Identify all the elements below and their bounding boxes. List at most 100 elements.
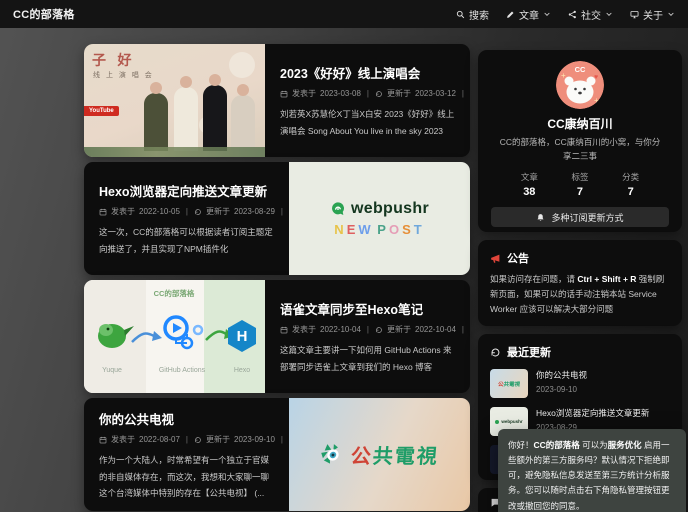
meta-separator: | [185, 207, 188, 217]
recent-updates-title: 最近更新 [507, 347, 551, 359]
menu-articles[interactable]: 文章 [506, 7, 551, 22]
post-cover-webpushr[interactable]: webpushr NEW POST [289, 162, 470, 275]
chevron-down-icon [668, 12, 674, 16]
post-card-webpushr[interactable]: Hexo浏览器定向推送文章更新 发表于 2022-10-05 | 更新于 202… [84, 162, 470, 275]
pts-logo: 公共電視 [319, 440, 441, 469]
updated-label: 更新于 [387, 89, 411, 99]
diagram-top-label: CC的部落格 [154, 288, 195, 298]
post-cover-pts[interactable]: 公共電視 [289, 398, 470, 511]
recent-item-title[interactable]: 你的公共电视 [536, 369, 587, 382]
svg-text:+: + [561, 71, 566, 80]
updated-date: 2023-09-10 [234, 435, 275, 445]
post-title[interactable]: 你的公共电视 [99, 409, 274, 428]
stat-value: 7 [576, 186, 584, 199]
new-post-text: NEW POST [334, 222, 425, 237]
person-silhouette [174, 76, 198, 151]
recent-item[interactable]: 公共電視 你的公共电视 2023-09-10 [490, 369, 670, 398]
post-title[interactable]: 语雀文章同步至Hexo笔记 [280, 299, 455, 318]
cookie-message: 你好！CC的部落格 可以为服务优化 启用一些额外的第三方服务吗？默认情况下拒绝即… [508, 438, 676, 512]
updated-label: 更新于 [206, 435, 230, 445]
updated-date: 2023-03-12 [415, 89, 456, 99]
post-title[interactable]: Hexo浏览器定向推送文章更新 [99, 181, 274, 200]
menu-social[interactable]: 社交 [568, 7, 613, 22]
diagram-label-gha: GitHub Actions [159, 367, 206, 374]
post-cover-flow-diagram[interactable]: CC的部落格 Yuque GitHub Actions H Hexo [84, 280, 265, 393]
search-icon [456, 10, 465, 18]
stat-articles[interactable]: 文章 38 [521, 171, 538, 198]
avatar[interactable]: CC ♥ + + [556, 61, 604, 109]
chevron-down-icon [544, 12, 550, 16]
webpushr-brand-text: webpushr [351, 200, 429, 217]
avatar-cc-text: CC [575, 65, 586, 74]
plants-decoration [84, 147, 265, 157]
megaphone-icon [491, 254, 500, 263]
published-label: 发表于 [292, 89, 316, 99]
hexo-h-letter: H [237, 328, 248, 345]
published-date: 2022-10-05 [139, 207, 180, 217]
published-date: 2023-03-08 [320, 89, 361, 99]
cookie-consent-banner: 你好！CC的部落格 可以为服务优化 启用一些额外的第三方服务吗？默认情况下拒绝即… [498, 429, 686, 512]
history-icon [376, 91, 382, 97]
webpushr-logo: webpushr [330, 200, 429, 218]
post-excerpt: 这篇文章主要讲一下如何用 GitHub Actions 来部署同步语雀上文章到我… [280, 345, 452, 372]
search-button[interactable]: 搜索 [456, 7, 489, 22]
menu-about[interactable]: 关于 [630, 7, 675, 22]
cookie-text: 可以为 [579, 440, 608, 450]
post-card-yuque-hexo[interactable]: CC的部落格 Yuque GitHub Actions H Hexo 语雀文章同… [84, 280, 470, 393]
menu-social-label: 社交 [581, 10, 601, 22]
menu-about-label: 关于 [643, 10, 663, 22]
meta-separator: | [366, 325, 369, 335]
profile-card: CC ♥ + + CC康纳百川 CC的部落格，CC康纳百川的小窝，与你分享二三事… [478, 50, 682, 232]
diagram-label-yuque: Yuque [102, 367, 122, 374]
subscribe-button[interactable]: 多种订阅更新方式 [491, 207, 669, 228]
stat-label: 分类 [622, 172, 640, 183]
published-label: 发表于 [111, 207, 135, 217]
meta-separator: | [280, 207, 283, 217]
history-icon [195, 209, 201, 215]
top-navbar: CC的部落格 搜索 文章 社交 关于 [0, 0, 688, 28]
stat-categories[interactable]: 分类 7 [622, 171, 639, 198]
calendar-icon [280, 326, 288, 334]
person-silhouette [144, 82, 168, 151]
recent-updates-header: 最近更新 [490, 344, 670, 360]
stat-tags[interactable]: 标签 7 [571, 171, 588, 198]
cookie-highlight: 服务优化 [607, 440, 642, 450]
nav-menu: 搜索 文章 社交 关于 [456, 7, 675, 22]
announcement-body: 如果访问存在问题，请 Ctrl + Shift + R 强制刷新页面，如果可以的… [490, 272, 670, 317]
announcement-hotkey: Ctrl + Shift + R [577, 274, 637, 284]
meta-separator: | [280, 435, 283, 445]
recent-item-title[interactable]: Hexo浏览器定向推送文章更新 [536, 407, 649, 420]
published-label: 发表于 [292, 325, 316, 335]
cover-subtitle-text: 线 上 演 唱 会 [93, 72, 154, 79]
calendar-icon [99, 436, 107, 444]
meta-separator: | [461, 325, 464, 335]
history-icon [376, 327, 382, 333]
bell-icon [537, 213, 544, 221]
updated-label: 更新于 [387, 325, 411, 335]
menu-articles-label: 文章 [519, 10, 539, 22]
post-title[interactable]: 2023《好好》线上演唱会 [280, 63, 455, 82]
recent-item-date: 2023-09-10 [536, 384, 577, 394]
avatar-dog-illustration: CC ♥ + + [556, 61, 604, 109]
cover-title-text: 子 好 [92, 54, 136, 69]
post-cover-concert[interactable]: 子 好 线 上 演 唱 会 YouTube [84, 44, 265, 157]
person-silhouette [231, 84, 255, 151]
profile-stats: 文章 38 标签 7 分类 7 [490, 171, 670, 198]
post-card-pts[interactable]: 你的公共电视 发表于 2022-08-07 | 更新于 2023-09-10 |… [84, 398, 470, 511]
updated-date: 2022-10-04 [415, 325, 456, 335]
published-date: 2022-10-04 [320, 325, 361, 335]
meta-separator: | [185, 435, 188, 445]
site-title[interactable]: CC的部落格 [13, 6, 75, 22]
post-excerpt: 这一次，CC的部落格可以根据读者订阅主题定向推送了，并且实现了NPM插件化 [99, 227, 273, 254]
recent-thumb-pts: 公共電視 [490, 369, 528, 398]
meta-separator: | [366, 89, 369, 99]
pts-eye-icon [321, 443, 339, 464]
post-card-concert[interactable]: 子 好 线 上 演 唱 会 YouTube 2023《好好》线上演唱会 发表于 … [84, 44, 470, 157]
post-meta: 发表于 2022-10-04 | 更新于 2022-10-04 | 博客 [280, 324, 464, 335]
published-label: 发表于 [111, 435, 135, 445]
updated-date: 2023-08-29 [234, 207, 275, 217]
chevron-down-icon [606, 12, 612, 16]
updated-label: 更新于 [206, 207, 230, 217]
youtube-badge: YouTube [84, 106, 119, 116]
published-date: 2022-08-07 [139, 435, 180, 445]
